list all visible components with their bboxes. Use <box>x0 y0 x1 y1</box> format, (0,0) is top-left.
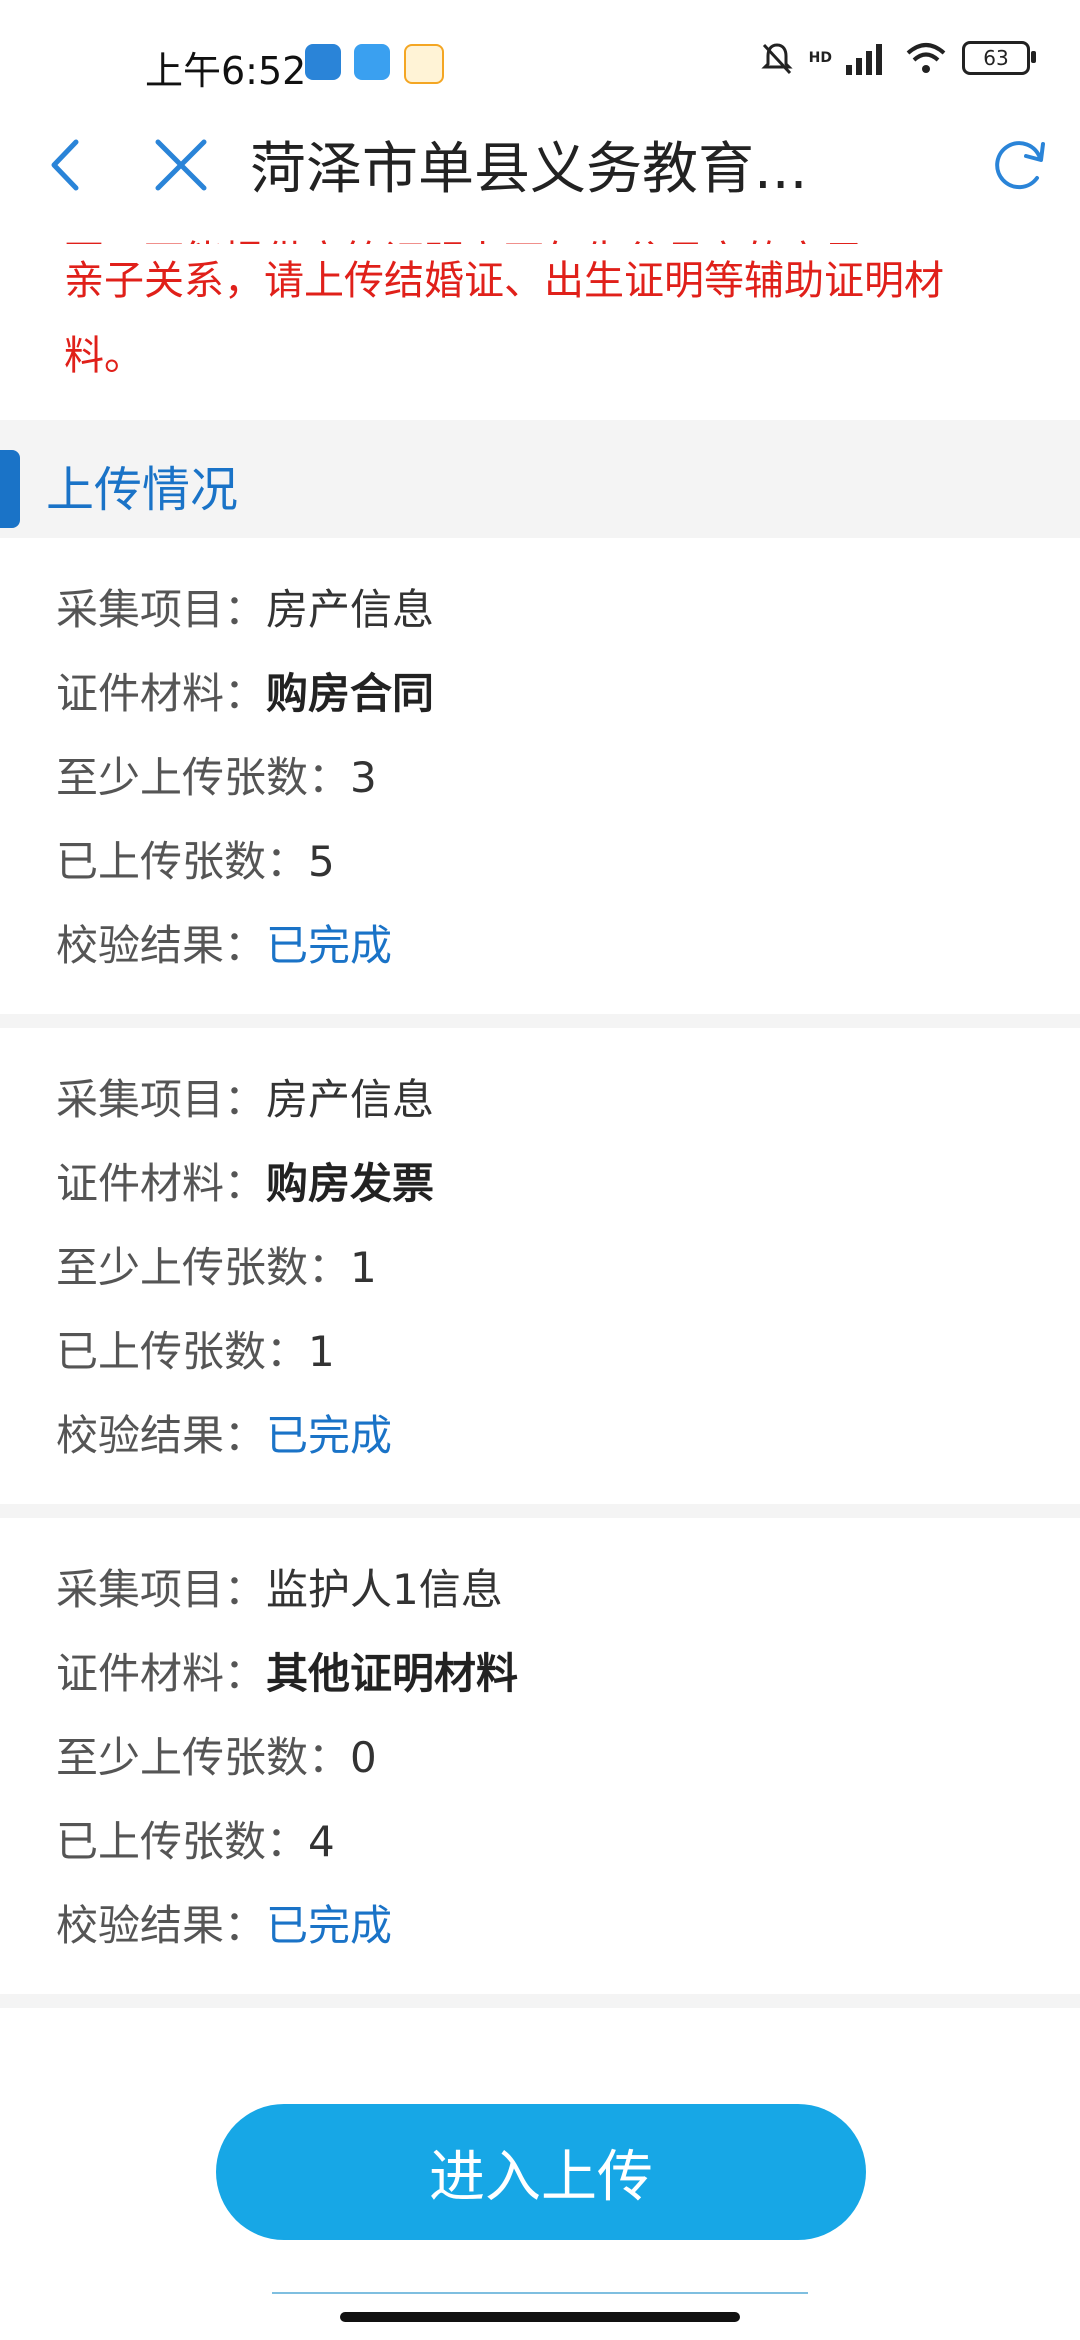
material-value: 购房合同 <box>266 669 435 718</box>
min-upload-value: 0 <box>350 1733 377 1782</box>
material-value: 其他证明材料 <box>266 1649 519 1698</box>
material-label: 证件材料： <box>56 669 267 718</box>
section-accent-bar <box>0 450 20 528</box>
min-upload-value: 3 <box>350 753 377 802</box>
content: 否，下能提供户籍证明上下午生父母亲的亲子 亲子关系，请上传结婚证、出生证明等辅助… <box>0 210 1080 2008</box>
uploaded-label: 已上传张数： <box>56 837 309 886</box>
section-title: 上传情况 <box>46 462 239 518</box>
item-value: 监护人1信息 <box>266 1565 503 1614</box>
uploaded-label: 已上传张数： <box>56 1817 309 1866</box>
status-indicators: HD 63 <box>759 40 1036 76</box>
row-uploaded: 已上传张数：1 <box>56 1310 1024 1394</box>
item-value: 房产信息 <box>266 585 435 634</box>
home-indicator[interactable] <box>340 2312 740 2322</box>
result-label: 校验结果： <box>56 1901 267 1950</box>
wifi-icon <box>906 43 946 73</box>
result-value: 已完成 <box>266 1901 393 1950</box>
item-label: 采集项目： <box>56 1565 267 1614</box>
min-upload-value: 1 <box>350 1243 377 1292</box>
section-header: 上传情况 <box>0 420 1080 538</box>
item-value: 房产信息 <box>266 1075 435 1124</box>
chevron-left-icon[interactable] <box>30 130 100 200</box>
result-value: 已完成 <box>266 921 393 970</box>
uploaded-value: 4 <box>308 1817 335 1866</box>
upload-card: 采集项目：房产信息 证件材料：购房发票 至少上传张数：1 已上传张数：1 校验结… <box>0 1028 1080 1504</box>
min-upload-label: 至少上传张数： <box>56 1733 351 1782</box>
status-bar: 上午6:52 HD 63 <box>0 0 1080 120</box>
material-label: 证件材料： <box>56 1159 267 1208</box>
uploaded-value: 1 <box>308 1327 335 1376</box>
row-min-upload: 至少上传张数：0 <box>56 1716 1024 1800</box>
item-label: 采集项目： <box>56 1075 267 1124</box>
material-value: 购房发票 <box>266 1159 435 1208</box>
uploaded-value: 5 <box>308 837 335 886</box>
hd-label: HD <box>808 50 832 66</box>
row-result: 校验结果：已完成 <box>56 904 1024 988</box>
result-label: 校验结果： <box>56 1411 267 1460</box>
bottom-action-area: 进入上传 <box>0 2040 1080 2340</box>
notice-body: 亲子关系，请上传结婚证、出生证明等辅助证明材料。 <box>64 258 944 379</box>
upload-card: 采集项目：房产信息 证件材料：购房合同 至少上传张数：3 已上传张数：5 校验结… <box>0 538 1080 1014</box>
upload-card: 采集项目：监护人1信息 证件材料：其他证明材料 至少上传张数：0 已上传张数：4… <box>0 1518 1080 1994</box>
enter-upload-button[interactable]: 进入上传 <box>216 2104 866 2240</box>
close-icon[interactable] <box>146 130 216 200</box>
uploaded-label: 已上传张数： <box>56 1327 309 1376</box>
status-time: 上午6:52 <box>145 49 307 93</box>
item-label: 采集项目： <box>56 585 267 634</box>
row-min-upload: 至少上传张数：1 <box>56 1226 1024 1310</box>
row-uploaded: 已上传张数：4 <box>56 1800 1024 1884</box>
notice-text: 否，下能提供户籍证明上下午生父母亲的亲子 亲子关系，请上传结婚证、出生证明等辅助… <box>64 238 1020 394</box>
card-divider <box>0 1504 1080 1518</box>
material-label: 证件材料： <box>56 1649 267 1698</box>
card-divider <box>0 1014 1080 1028</box>
row-result: 校验结果：已完成 <box>56 1884 1024 1968</box>
message-notification-icon <box>354 44 390 80</box>
refresh-icon[interactable] <box>985 130 1055 200</box>
page-title: 菏泽市单县义务教育... <box>250 137 808 202</box>
result-label: 校验结果： <box>56 921 267 970</box>
row-material: 证件材料：其他证明材料 <box>56 1632 1024 1716</box>
row-item: 采集项目：房产信息 <box>56 1058 1024 1142</box>
card-divider <box>0 1994 1080 2008</box>
row-material: 证件材料：购房发票 <box>56 1142 1024 1226</box>
mute-bell-icon <box>761 43 793 75</box>
row-uploaded: 已上传张数：5 <box>56 820 1024 904</box>
row-item: 采集项目：房产信息 <box>56 568 1024 652</box>
notice-cut-line: 否，下能提供户籍证明上下午生父母亲的亲子 <box>64 224 1020 244</box>
result-value: 已完成 <box>266 1411 393 1460</box>
battery-icon: 63 <box>962 41 1036 75</box>
min-upload-label: 至少上传张数： <box>56 753 351 802</box>
min-upload-label: 至少上传张数： <box>56 1243 351 1292</box>
battery-level: 63 <box>983 46 1009 70</box>
row-result: 校验结果：已完成 <box>56 1394 1024 1478</box>
score-app-icon <box>404 44 444 84</box>
row-material: 证件材料：购房合同 <box>56 652 1024 736</box>
bottom-divider <box>272 2292 808 2294</box>
app-notification-icon <box>305 44 341 80</box>
notice-box: 否，下能提供户籍证明上下午生父母亲的亲子 亲子关系，请上传结婚证、出生证明等辅助… <box>0 210 1080 420</box>
row-min-upload: 至少上传张数：3 <box>56 736 1024 820</box>
nav-bar: 菏泽市单县义务教育... <box>0 110 1080 210</box>
row-item: 采集项目：监护人1信息 <box>56 1548 1024 1632</box>
signal-icon <box>846 44 882 75</box>
